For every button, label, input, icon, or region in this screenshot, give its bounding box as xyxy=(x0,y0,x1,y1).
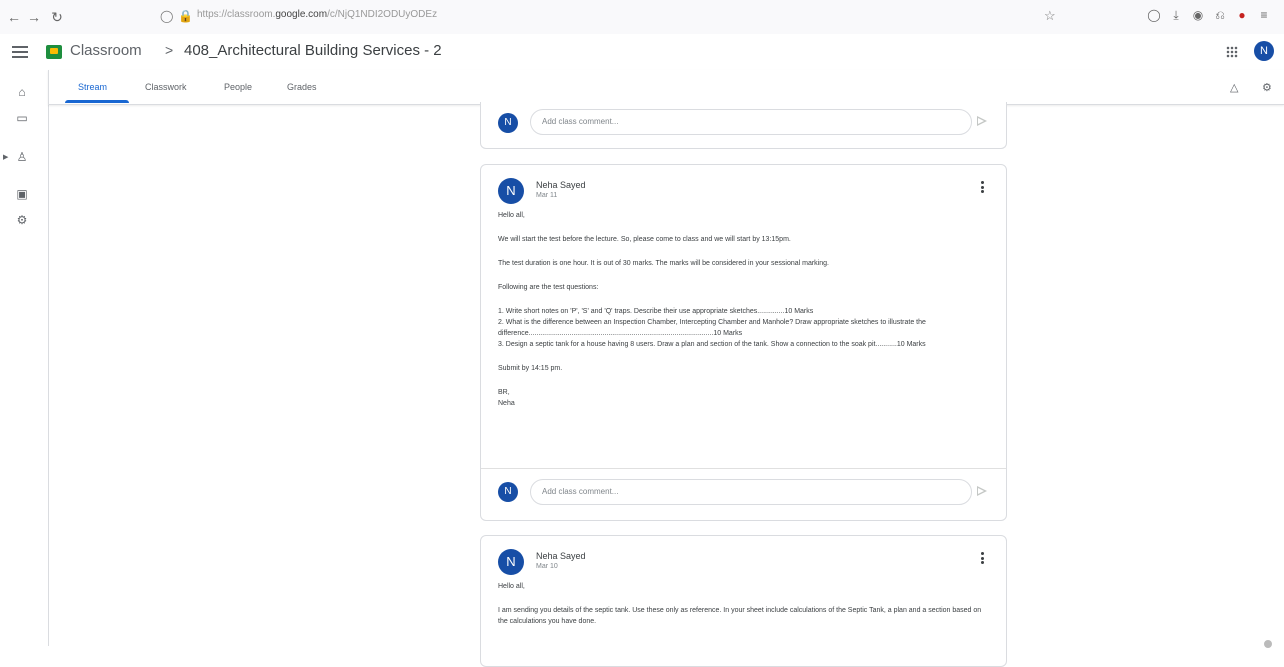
post-paragraph: The test duration is one hour. It is out… xyxy=(498,260,829,267)
shield-icon[interactable]: ◯ xyxy=(160,7,174,25)
account-icon[interactable]: ◉ xyxy=(1190,8,1206,22)
todo-icon[interactable]: ▣ xyxy=(14,186,30,202)
post-paragraph: Following are the test questions: xyxy=(498,284,599,291)
pocket-icon[interactable]: ◯ xyxy=(1146,8,1162,22)
question-3: 3. Design a septic tank for a house havi… xyxy=(498,341,926,348)
post-paragraph: We will start the test before the lectur… xyxy=(498,236,791,243)
google-apps-icon[interactable] xyxy=(1226,46,1238,58)
tab-stream[interactable]: Stream xyxy=(78,82,107,92)
post-signoff: BR, xyxy=(498,389,510,396)
scroll-indicator[interactable] xyxy=(1264,640,1272,648)
main-menu-icon[interactable] xyxy=(12,43,28,59)
download-icon[interactable]: ⤓ xyxy=(1168,8,1184,23)
question-1: 1. Write short notes on 'P', 'S' and 'Q'… xyxy=(498,308,814,315)
post-date: Mar 10 xyxy=(536,563,558,570)
question-2: 2. What is the difference between an Ins… xyxy=(498,319,926,337)
more-options-icon[interactable] xyxy=(981,552,985,566)
stream-post: N Neha Sayed Mar 10 Hello all, I am send… xyxy=(480,535,1007,667)
class-settings-icon[interactable]: ⚙ xyxy=(1262,81,1272,94)
tab-grades[interactable]: Grades xyxy=(287,82,317,92)
stream-post: N Neha Sayed Mar 11 Hello all, We will s… xyxy=(480,164,1007,521)
class-comment-input[interactable]: Add class comment... xyxy=(530,479,972,505)
post-paragraph: Submit by 14:15 pm. xyxy=(498,365,563,372)
send-icon[interactable] xyxy=(977,116,987,126)
classroom-logo[interactable] xyxy=(46,45,62,59)
breadcrumb-app[interactable]: Classroom xyxy=(70,42,142,59)
breadcrumb-separator: > xyxy=(165,42,174,58)
settings-icon[interactable]: ⚙ xyxy=(14,212,30,228)
post-author: Neha Sayed xyxy=(536,180,586,190)
menu-icon[interactable]: ≡ xyxy=(1256,8,1272,22)
lock-icon[interactable]: 🔒 xyxy=(178,7,193,25)
tab-people[interactable]: People xyxy=(224,82,252,92)
expand-caret-icon[interactable]: ▶ xyxy=(3,153,8,161)
post-author: Neha Sayed xyxy=(536,551,586,561)
app-header: Classroom > 408_Architectural Building S… xyxy=(0,34,1284,70)
class-comment-input[interactable]: Add class comment... xyxy=(530,109,972,135)
account-avatar[interactable]: N xyxy=(1254,41,1274,61)
divider xyxy=(481,468,1006,469)
post-greeting: Hello all, xyxy=(498,212,525,219)
author-avatar: N xyxy=(498,178,524,204)
enrolled-people-icon[interactable]: ♙ xyxy=(14,149,30,165)
breadcrumb-class-name[interactable]: 408_Architectural Building Services - 2 xyxy=(184,42,442,59)
addon-icon[interactable]: ● xyxy=(1234,8,1250,22)
back-icon[interactable]: ← xyxy=(4,7,24,27)
extensions-icon[interactable]: ⎌ xyxy=(1212,8,1228,23)
active-tab-indicator xyxy=(65,100,129,103)
post-body: Hello all, I am sending you details of t… xyxy=(498,581,988,627)
stream-card: N Add class comment... xyxy=(480,102,1007,149)
author-avatar: N xyxy=(498,549,524,575)
calendar-icon[interactable]: ▭ xyxy=(14,110,30,126)
left-rail: ⌂ ▭ ▶ ♙ ▣ ⚙ xyxy=(0,70,49,646)
post-paragraph: I am sending you details of the septic t… xyxy=(498,607,982,625)
post-date: Mar 11 xyxy=(536,192,558,199)
drive-folder-icon[interactable]: △ xyxy=(1230,81,1238,94)
reload-icon[interactable]: ↻ xyxy=(47,7,67,27)
comment-avatar: N xyxy=(498,113,518,133)
comment-avatar: N xyxy=(498,482,518,502)
send-icon[interactable] xyxy=(977,486,987,496)
url-text[interactable]: https://classroom.google.com/c/NjQ1NDI2O… xyxy=(197,9,437,20)
tab-classwork[interactable]: Classwork xyxy=(145,82,187,92)
comment-placeholder: Add class comment... xyxy=(542,117,619,126)
comment-placeholder: Add class comment... xyxy=(542,487,619,496)
comment-row: N Add class comment... xyxy=(481,102,1006,152)
browser-toolbar: ← → ↻ ◯ 🔒 https://classroom.google.com/c… xyxy=(0,0,1284,35)
star-icon[interactable]: ☆ xyxy=(1044,8,1056,24)
forward-icon[interactable]: → xyxy=(24,7,44,27)
more-options-icon[interactable] xyxy=(981,181,985,195)
post-body: Hello all, We will start the test before… xyxy=(498,210,988,409)
post-greeting: Hello all, xyxy=(498,583,525,590)
post-signature: Neha xyxy=(498,400,515,407)
class-tabbar: Stream Classwork People Grades △ ⚙ xyxy=(48,70,1284,105)
comment-row: N Add class comment... xyxy=(481,470,1006,520)
home-icon[interactable]: ⌂ xyxy=(14,84,30,100)
